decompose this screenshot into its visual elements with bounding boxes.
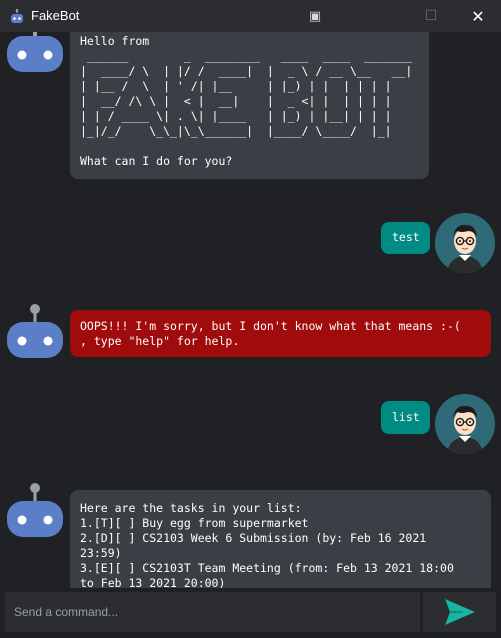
task-list-bubble: Here are the tasks in your list: 1.[T][ … [70,490,491,588]
send-arrow-icon [444,599,475,625]
close-icon: ✕ [471,6,485,26]
user-message-bubble: test [381,222,430,254]
bot-greeting-bubble: Hello from ______ _ ________ ____ ____ _… [70,32,429,179]
chat-area[interactable]: Hello from ______ _ ________ ____ ____ _… [0,32,501,588]
input-bar [0,588,501,638]
bot-avatar-icon [7,304,63,358]
snap-icon: ▣ [308,8,322,24]
robot-app-icon [11,9,23,23]
maximize-icon: ☐ [424,8,438,24]
error-message-bubble: OOPS!!! I'm sorry, but I don't know what… [70,310,491,357]
bot-avatar-icon [7,32,63,72]
user-avatar [435,213,495,273]
user-message-bubble: list [381,401,430,434]
window-title: FakeBot [31,8,80,23]
bot-avatar-icon [7,483,63,537]
snap-layout-button[interactable]: ▣ [292,0,338,32]
user-avatar [435,394,495,454]
title-bar: FakeBot ▣ ☐ ✕ [0,0,501,32]
send-button[interactable] [423,592,496,632]
command-input[interactable] [5,592,420,632]
close-button[interactable]: ✕ [455,0,501,32]
maximize-button[interactable]: ☐ [408,0,454,32]
